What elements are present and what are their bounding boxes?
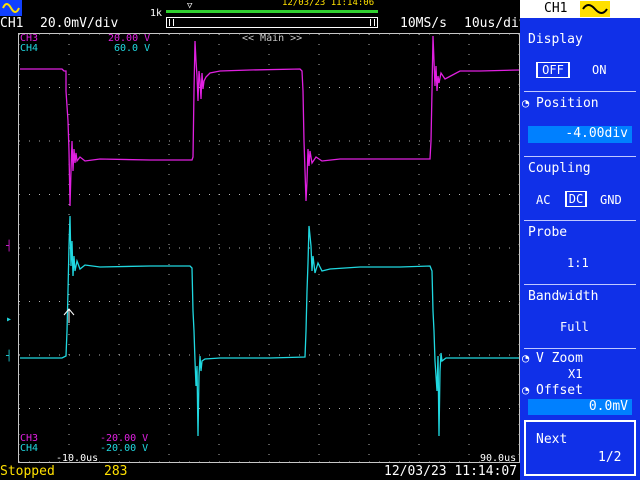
- top-timestamp: 12/03/23 11:14:06: [282, 0, 375, 8]
- display-off[interactable]: OFF: [538, 63, 568, 77]
- ch4-bottom-label: CH4: [20, 443, 39, 454]
- display-option[interactable]: Display OFF ON: [520, 28, 640, 90]
- sine-wave-icon: [580, 1, 610, 17]
- sine-wave-icon: [2, 3, 20, 13]
- status-bar: Stopped 283 12/03/23 11:14:07: [0, 463, 520, 480]
- offset-option[interactable]: ◔ Offset 0.0mV: [520, 382, 640, 418]
- display-label: Display: [528, 32, 583, 47]
- coupling-gnd[interactable]: GND: [600, 193, 622, 207]
- ch1-indicator[interactable]: [0, 0, 22, 16]
- offset-value[interactable]: 0.0mV: [528, 399, 632, 415]
- header-bar: CH1 20.0mV/div 1k ▽ 12/03/23 11:14:06 10…: [0, 0, 527, 31]
- vzoom-option[interactable]: ◔ V Zoom X1: [520, 350, 640, 381]
- timebase[interactable]: 10us/div: [464, 16, 527, 31]
- knob-icon: ◔: [522, 351, 530, 365]
- ch4-ground-marker[interactable]: ▸: [6, 314, 12, 325]
- coupling-option[interactable]: Coupling AC DC GND: [520, 157, 640, 219]
- position-option[interactable]: ◔ Position -4.00div: [520, 92, 640, 154]
- memory-length: 1k: [150, 8, 163, 19]
- position-label: Position: [536, 96, 599, 111]
- next-label: Next: [536, 432, 568, 447]
- menu-title-bar: CH1: [520, 0, 640, 18]
- volts-per-div[interactable]: 20.0mV/div: [40, 16, 118, 31]
- knob-icon: ◔: [522, 383, 530, 397]
- menu-divider: [524, 348, 636, 349]
- ch3-trace: [20, 35, 520, 207]
- probe-label: Probe: [528, 225, 568, 240]
- ch1-level-marker[interactable]: ┤: [6, 351, 12, 362]
- status-timestamp: 12/03/23 11:14:07: [384, 464, 518, 479]
- position-value[interactable]: -4.00div: [528, 126, 632, 143]
- waveform-graticule: [18, 33, 520, 463]
- sample-rate: 10MS/s: [400, 16, 447, 31]
- menu-title: CH1: [544, 1, 568, 16]
- coupling-dc[interactable]: DC: [567, 192, 585, 206]
- coupling-ac[interactable]: AC: [536, 193, 550, 207]
- channel-menu: CH1 Display OFF ON ◔ Position -4.00div C…: [520, 0, 640, 480]
- knob-icon: ◔: [522, 96, 530, 110]
- trigger-position-icon: ▽: [187, 1, 193, 11]
- offset-label: Offset: [536, 383, 583, 398]
- zoom-label: << Main >>: [242, 33, 303, 44]
- waveform-screen[interactable]: ┤ ▸ ┤ CH3 20.00 V CH4 60.0 V << Main >> …: [0, 31, 520, 464]
- display-on[interactable]: ON: [592, 63, 606, 77]
- bandwidth-value[interactable]: Full: [560, 320, 589, 334]
- vzoom-label: V Zoom: [536, 351, 583, 366]
- ch4-bottom-value: -20.00 V: [100, 443, 149, 454]
- probe-option[interactable]: Probe 1:1: [520, 221, 640, 283]
- acquisition-count: 283: [104, 464, 128, 479]
- ch4-top-value: 60.0 V: [114, 43, 151, 54]
- acquisition-state: Stopped: [0, 464, 55, 479]
- vzoom-value[interactable]: X1: [568, 367, 582, 381]
- channel-label: CH1: [0, 16, 24, 31]
- bandwidth-label: Bandwidth: [528, 289, 599, 304]
- memory-position-bar: [166, 10, 378, 13]
- ch3-ground-marker[interactable]: ┤: [6, 241, 12, 252]
- memory-window: [166, 17, 378, 28]
- ch4-trace: [20, 215, 519, 437]
- ch4-top-label: CH4: [20, 43, 39, 54]
- page-indicator: 1/2: [598, 450, 622, 465]
- coupling-label: Coupling: [528, 161, 591, 176]
- next-button[interactable]: Next 1/2: [524, 420, 636, 476]
- bandwidth-option[interactable]: Bandwidth Full: [520, 285, 640, 347]
- probe-value[interactable]: 1:1: [567, 256, 589, 270]
